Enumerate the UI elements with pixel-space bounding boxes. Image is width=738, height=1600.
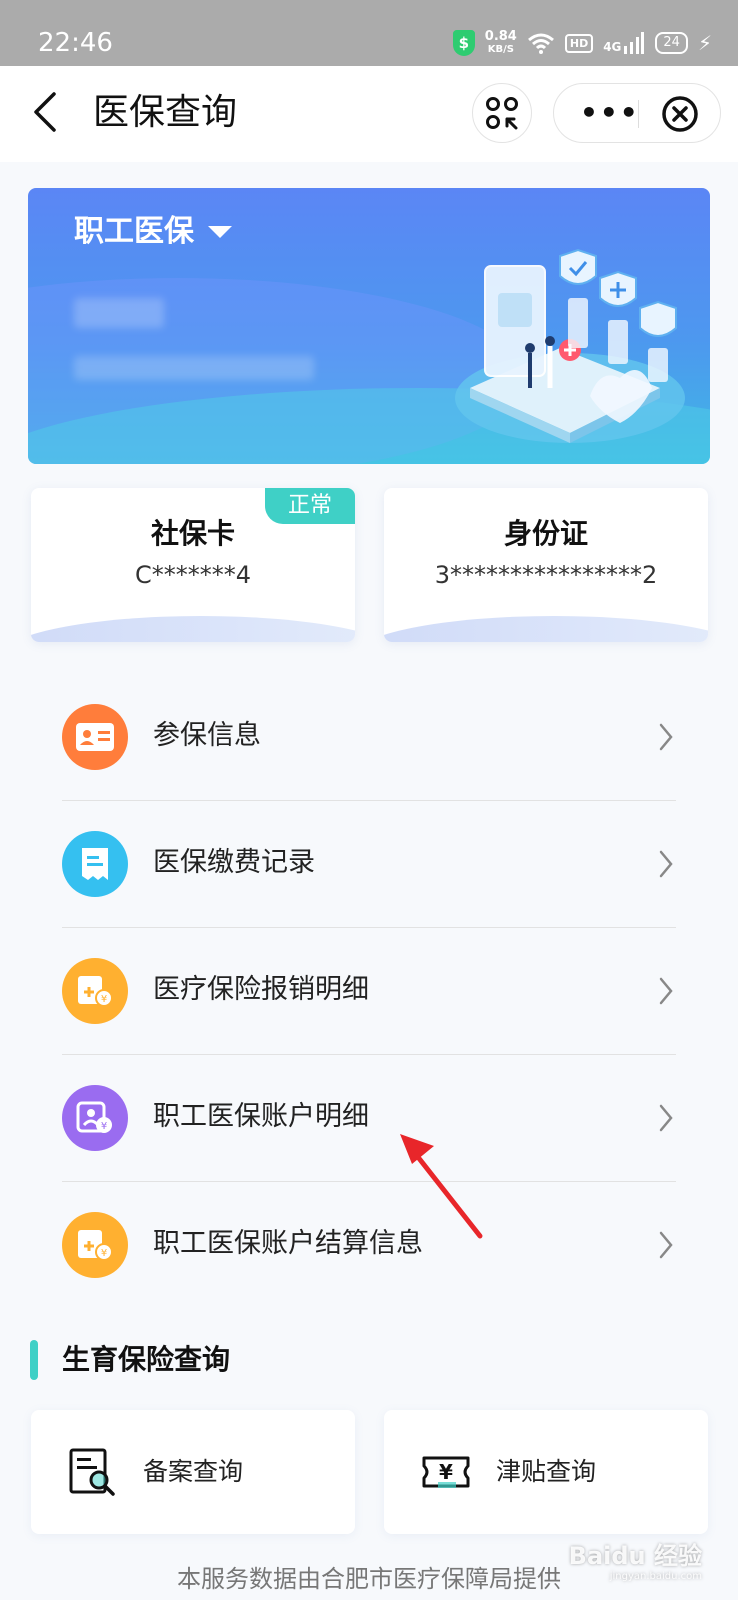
card-number: C*******4 [134, 561, 252, 589]
charging-icon: ⚡ [697, 31, 712, 55]
card-title: 身份证 [503, 517, 588, 550]
status-time: 22:46 [38, 28, 113, 58]
card-wave [31, 616, 355, 642]
chevron-right-icon [659, 723, 673, 751]
settlement-icon: ¥ [62, 1212, 128, 1278]
network-speed-unit: KB/S [487, 44, 514, 55]
menu-item-label: 职工医保账户明细 [153, 1101, 369, 1132]
menu-item-label: 参保信息 [153, 720, 261, 751]
page-title: 医保查询 [93, 92, 238, 133]
signal-icon: 4G [603, 32, 645, 54]
card-number: 3****************2 [434, 561, 658, 589]
blurred-status [74, 356, 314, 380]
navigation-bar: 医保查询 ••• [0, 66, 738, 162]
dropdown-caret-icon [208, 226, 232, 238]
filing-query-card[interactable]: 备案查询 [31, 1410, 355, 1534]
status-icons: $ 0.84 KB/S HD 4G 24 ⚡ [452, 26, 712, 60]
menu-item-label: 职工医保账户结算信息 [153, 1228, 423, 1259]
menu-item-payment-records[interactable]: 医保缴费记录 [62, 801, 676, 928]
account-icon: ¥ [62, 1085, 128, 1151]
svg-text:¥: ¥ [101, 1248, 107, 1259]
card-wave [384, 616, 708, 642]
insurance-type-selector[interactable]: 职工医保 [74, 212, 232, 252]
query-label: 津贴查询 [496, 1457, 597, 1486]
menu-item-insurance-info[interactable]: 参保信息 [62, 674, 676, 801]
chevron-right-icon [659, 1104, 673, 1132]
reimbursement-icon: ¥ [62, 958, 128, 1024]
watermark-text: Baidu 经验 [568, 1542, 702, 1570]
allowance-query-card[interactable]: ¥ 津贴查询 [384, 1410, 708, 1534]
menu-item-reimbursement-details[interactable]: ¥ 医疗保险报销明细 [62, 928, 676, 1055]
menu-item-label: 医疗保险报销明细 [153, 974, 369, 1005]
blurred-name [74, 298, 164, 328]
svg-text:¥: ¥ [439, 1460, 453, 1484]
chevron-right-icon [659, 850, 673, 878]
annotation-arrow-icon [400, 1134, 483, 1239]
section-title: 生育保险查询 [62, 1343, 231, 1376]
baidu-watermark: Baidu 经验 jingyan.baidu.com [569, 1536, 702, 1582]
svg-text:¥: ¥ [101, 1121, 107, 1132]
allowance-ticket-icon: ¥ [422, 1456, 470, 1488]
more-options-icon[interactable]: ••• [580, 98, 640, 128]
id-card-icon [62, 704, 128, 770]
chevron-right-icon [659, 977, 673, 1005]
menu-item-account-settlement[interactable]: ¥ 职工医保账户结算信息 [62, 1182, 676, 1309]
status-bar: 22:46 $ 0.84 KB/S HD 4G 24 ⚡ [0, 0, 738, 66]
network-speed: 0.84 KB/S [485, 30, 517, 56]
insurance-type-label: 职工医保 [74, 214, 194, 249]
watermark-url: jingyan.baidu.com [609, 1571, 702, 1582]
card-title: 社保卡 [150, 517, 235, 550]
capsule-divider [638, 100, 639, 128]
signal-type: 4G [603, 40, 622, 54]
medical-insurance-illustration [455, 248, 685, 443]
wifi-icon [527, 33, 554, 54]
menu-item-label: 医保缴费记录 [153, 847, 315, 878]
query-label: 备案查询 [143, 1457, 244, 1486]
insurance-type-banner: 职工医保 [28, 188, 710, 464]
back-arrow-icon[interactable] [28, 90, 68, 134]
security-shield-icon: $ [452, 30, 475, 56]
document-search-icon [69, 1448, 115, 1496]
query-menu-list: 参保信息 医保缴费记录 ¥ 医疗保险报销明细 ¥ 职工医保账户明细 ¥ 职工医保… [62, 674, 676, 1309]
receipt-icon [62, 831, 128, 897]
svg-text:¥: ¥ [101, 994, 107, 1005]
miniprogram-capsule: ••• [553, 83, 721, 143]
social-security-card[interactable]: 正常 社保卡 C*******4 [31, 488, 355, 642]
battery-level: 24 [663, 35, 680, 50]
menu-item-account-details[interactable]: ¥ 职工医保账户明细 [62, 1055, 676, 1182]
battery-icon: 24 [655, 32, 688, 54]
chevron-right-icon [659, 1231, 673, 1259]
id-card[interactable]: 身份证 3****************2 [384, 488, 708, 642]
scan-icon [486, 97, 518, 130]
section-accent-bar [30, 1340, 38, 1380]
scan-button[interactable] [472, 83, 532, 143]
network-speed-value: 0.84 [484, 29, 517, 44]
hd-icon: HD [564, 33, 594, 53]
close-icon[interactable] [660, 94, 700, 134]
